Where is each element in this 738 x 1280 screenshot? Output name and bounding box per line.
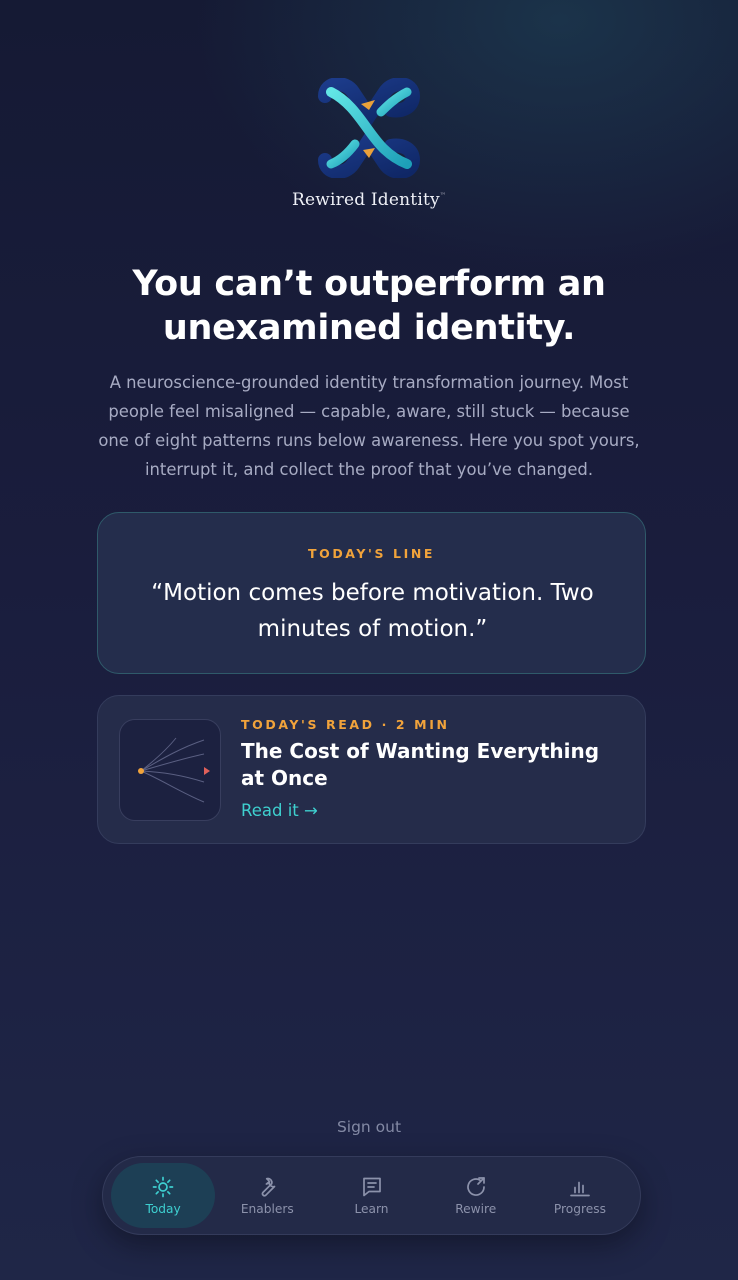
rewired-identity-logo-icon (318, 78, 421, 178)
todays-line-card: TODAY'S LINE “Motion comes before motiva… (97, 512, 646, 674)
tab-enablers[interactable]: Enablers (215, 1163, 319, 1228)
todays-read-eyebrow: TODAY'S READ · 2 MIN (241, 717, 450, 732)
sign-out-link[interactable]: Sign out (0, 1118, 738, 1136)
todays-read-card[interactable]: TODAY'S READ · 2 MIN The Cost of Wanting… (97, 695, 646, 844)
tab-enablers-label: Enablers (240, 1202, 294, 1216)
todays-line-quote: “Motion comes before motivation. Two min… (151, 580, 594, 642)
todays-read-title: The Cost of Wanting Everything at Once (241, 739, 600, 790)
brand-name: Rewired Identity™ (291, 190, 447, 210)
tab-progress[interactable]: Progress (528, 1163, 632, 1228)
note-icon (362, 1177, 381, 1197)
article-thumbnail (119, 719, 221, 821)
read-it-link[interactable]: Read it → (241, 801, 318, 820)
tab-learn[interactable]: Learn (319, 1163, 423, 1228)
bar-chart-icon (570, 1181, 590, 1197)
wrench-icon (261, 1177, 276, 1197)
page-headline: You can’t outperform an unexamined ident… (132, 264, 606, 348)
sun-icon (152, 1176, 174, 1198)
logo-block: Rewired Identity™ (0, 78, 738, 210)
diverging-paths-icon (138, 737, 210, 803)
tab-learn-label: Learn (354, 1202, 389, 1216)
intro-text: A neuroscience-grounded identity transfo… (98, 373, 640, 479)
tab-rewire-label: Rewire (455, 1202, 497, 1216)
tab-today[interactable]: Today (111, 1163, 216, 1228)
todays-line-eyebrow: TODAY'S LINE (307, 546, 436, 561)
tab-progress-label: Progress (553, 1202, 606, 1216)
tab-today-label: Today (145, 1202, 181, 1216)
tab-rewire[interactable]: Rewire (424, 1163, 528, 1228)
bottom-tab-bar: Today Enablers Learn Rewire Progress (102, 1156, 641, 1235)
rotate-arrow-icon (466, 1177, 485, 1196)
